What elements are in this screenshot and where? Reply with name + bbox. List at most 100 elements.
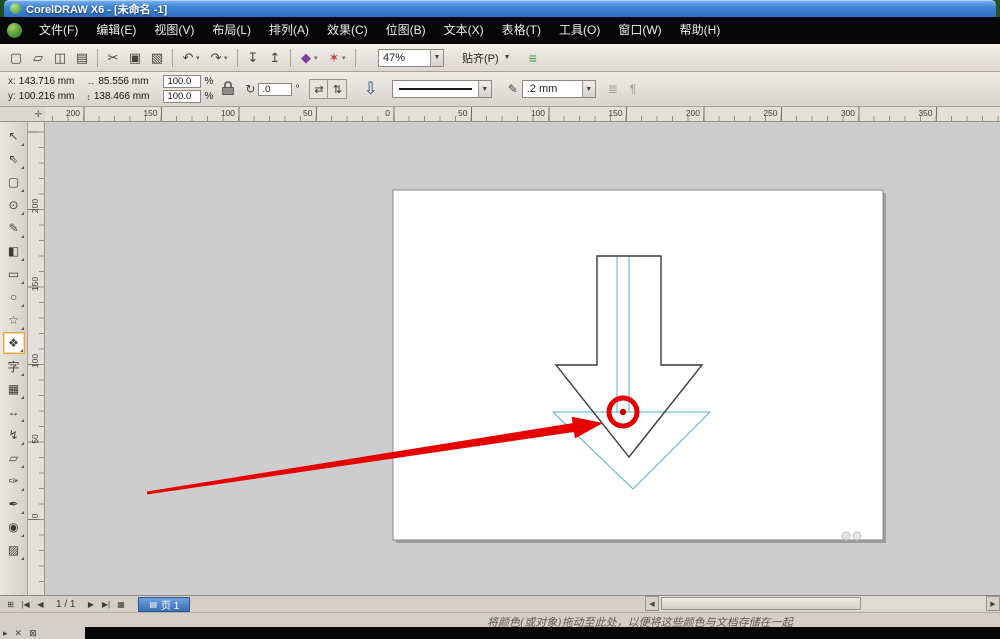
x-position-field[interactable]: 143.716 mm <box>19 76 75 87</box>
basic-shapes-tool[interactable]: ❖ <box>3 332 25 354</box>
polygon-tool[interactable]: ☆ <box>3 309 25 331</box>
y-position-field[interactable]: 100.216 mm <box>19 91 75 102</box>
menu-item-help[interactable]: 帮助(H) <box>671 17 730 44</box>
menu-item-text[interactable]: 文本(X) <box>435 17 493 44</box>
undo-button-dropdown-icon[interactable]: ▾ <box>196 54 205 62</box>
menu-item-tools[interactable]: 工具(O) <box>550 17 609 44</box>
open-button[interactable]: ▱ <box>27 47 49 69</box>
application-launcher-button-dropdown-icon[interactable]: ▾ <box>314 54 323 62</box>
pick-tool[interactable]: ↖ <box>3 125 25 147</box>
zoom-caret-icon[interactable]: ▼ <box>430 50 443 66</box>
freehand-tool[interactable]: ✎ <box>3 217 25 239</box>
width-field[interactable]: 85.556 mm <box>98 76 148 87</box>
copy-button[interactable]: ▣ <box>124 47 146 69</box>
shape-tool[interactable]: ⇖ <box>3 148 25 170</box>
scroll-right-button[interactable]: ▶ <box>986 596 1000 611</box>
taskbar-strip <box>85 627 1000 639</box>
zoom-level-select[interactable]: 47% ▼ <box>378 49 444 67</box>
app-icon <box>10 3 21 14</box>
import-button[interactable]: ↧ <box>242 47 264 69</box>
smart-fill-tool[interactable]: ◧ <box>3 240 25 262</box>
last-page-button[interactable]: ▶| <box>98 600 113 609</box>
menu-item-effects[interactable]: 效果(C) <box>318 17 377 44</box>
redo-button-dropdown-icon[interactable]: ▾ <box>224 54 233 62</box>
print-button[interactable]: ▤ <box>71 47 93 69</box>
export-button[interactable]: ↥ <box>264 47 286 69</box>
hruler-label: 200 <box>66 108 83 118</box>
document-page[interactable] <box>393 190 883 540</box>
page-menu-button[interactable]: ▦ <box>113 600 128 609</box>
mirror-horizontal-button[interactable]: ⇄ <box>310 80 328 98</box>
outline-style-select[interactable]: ▼ <box>392 80 492 98</box>
outline-width-select[interactable]: .2 mm ▼ <box>522 80 596 98</box>
dimension-tool[interactable]: ↔ <box>3 401 25 423</box>
menu-item-table[interactable]: 表格(T) <box>493 17 550 44</box>
scale-v-field[interactable]: 100.0 <box>163 90 201 103</box>
outline-width-value: .2 mm <box>523 83 582 95</box>
zoom-tool[interactable]: ⊙ <box>3 194 25 216</box>
cut-button[interactable]: ✂ <box>102 47 124 69</box>
outline-swatch-icon[interactable]: ⊠ <box>29 628 37 639</box>
ellipse-tool[interactable]: ○ <box>3 286 25 308</box>
coreldraw-window: CorelDRAW X6 - [未命名 -1] 文件(F)编辑(E)视图(V)布… <box>0 0 1000 639</box>
no-fill-swatch-icon[interactable]: ✕ <box>15 628 23 639</box>
drop-shadow-tool[interactable]: ▱ <box>3 447 25 469</box>
horizontal-ruler[interactable]: 20015010050050100150200250300350 <box>45 107 1000 122</box>
percent-label: % <box>204 91 213 102</box>
menu-item-layout[interactable]: 布局(L) <box>203 17 260 44</box>
fill-tool[interactable]: ◉ <box>3 516 25 538</box>
save-button[interactable]: ◫ <box>49 47 71 69</box>
next-page-button[interactable]: ▶ <box>83 600 98 609</box>
paste-button[interactable]: ▧ <box>146 47 168 69</box>
snap-to-dropdown[interactable]: 贴齐(P) ▼ <box>462 50 511 66</box>
lock-ratio-button[interactable] <box>220 79 236 99</box>
scrollbar-track[interactable] <box>659 596 986 611</box>
window-title: CorelDRAW X6 - [未命名 -1] <box>26 1 167 17</box>
scale-factor-group: 100.0 % 100.0 % <box>163 75 213 103</box>
table-tool[interactable]: ▦ <box>3 378 25 400</box>
text-properties-button[interactable]: ¶ <box>630 82 636 96</box>
new-button[interactable]: ▢ <box>5 47 27 69</box>
rotation-field[interactable]: .0 <box>258 83 292 96</box>
mirror-vertical-button[interactable]: ⇅ <box>328 80 346 98</box>
rectangle-tool[interactable]: ▭ <box>3 263 25 285</box>
perfect-shapes-dropdown[interactable]: ⇩ <box>363 79 377 99</box>
vruler-label: 0 <box>30 507 40 525</box>
ruler-corner[interactable]: ✛ <box>0 107 45 122</box>
outline-pen-tool[interactable]: ✒ <box>3 493 25 515</box>
welcome-screen-button-dropdown-icon[interactable]: ▾ <box>342 54 351 62</box>
connector-tool[interactable]: ↯ <box>3 424 25 446</box>
menu-item-edit[interactable]: 编辑(E) <box>87 17 145 44</box>
wrap-text-button[interactable]: ≣ <box>608 82 618 96</box>
crop-tool[interactable]: ▢ <box>3 171 25 193</box>
menu-item-view[interactable]: 视图(V) <box>145 17 203 44</box>
outline-width-caret-icon[interactable]: ▼ <box>582 81 595 97</box>
palette-flyout-arrow-icon[interactable]: ▸ <box>3 628 8 639</box>
drawing-canvas[interactable] <box>45 122 1000 595</box>
x-label: x: <box>8 76 16 87</box>
previous-page-button[interactable]: ◀ <box>33 600 48 609</box>
scroll-left-button[interactable]: ◀ <box>645 596 659 611</box>
menu-item-window[interactable]: 窗口(W) <box>609 17 670 44</box>
scale-h-field[interactable]: 100.0 <box>163 75 201 88</box>
hruler-label: 50 <box>458 108 470 118</box>
text-tool[interactable]: 字 <box>3 355 25 377</box>
vertical-ruler[interactable]: 200150100500 <box>28 122 45 595</box>
first-page-button[interactable]: |◀ <box>18 600 33 609</box>
page-tab[interactable]: ▤ 页 1 <box>138 597 190 612</box>
title-bar[interactable]: CorelDRAW X6 - [未命名 -1] <box>4 0 996 17</box>
add-page-button[interactable]: ⊞ <box>3 600 18 609</box>
height-field[interactable]: 138.466 mm <box>94 91 150 102</box>
y-label: y: <box>8 91 16 102</box>
menu-item-file[interactable]: 文件(F) <box>30 17 87 44</box>
horizontal-scrollbar[interactable]: ◀ ▶ <box>645 596 1000 611</box>
degree-label: ° <box>295 84 299 95</box>
interactive-fill-tool[interactable]: ▨ <box>3 539 25 561</box>
options-button[interactable]: ≡ <box>529 50 537 66</box>
outline-style-caret-icon[interactable]: ▼ <box>478 81 491 97</box>
scrollbar-thumb[interactable] <box>661 597 861 610</box>
menu-item-bitmaps[interactable]: 位图(B) <box>377 17 435 44</box>
menu-item-arrange[interactable]: 排列(A) <box>260 17 318 44</box>
hruler-label: 50 <box>303 108 315 118</box>
color-eyedropper-tool[interactable]: ✑ <box>3 470 25 492</box>
